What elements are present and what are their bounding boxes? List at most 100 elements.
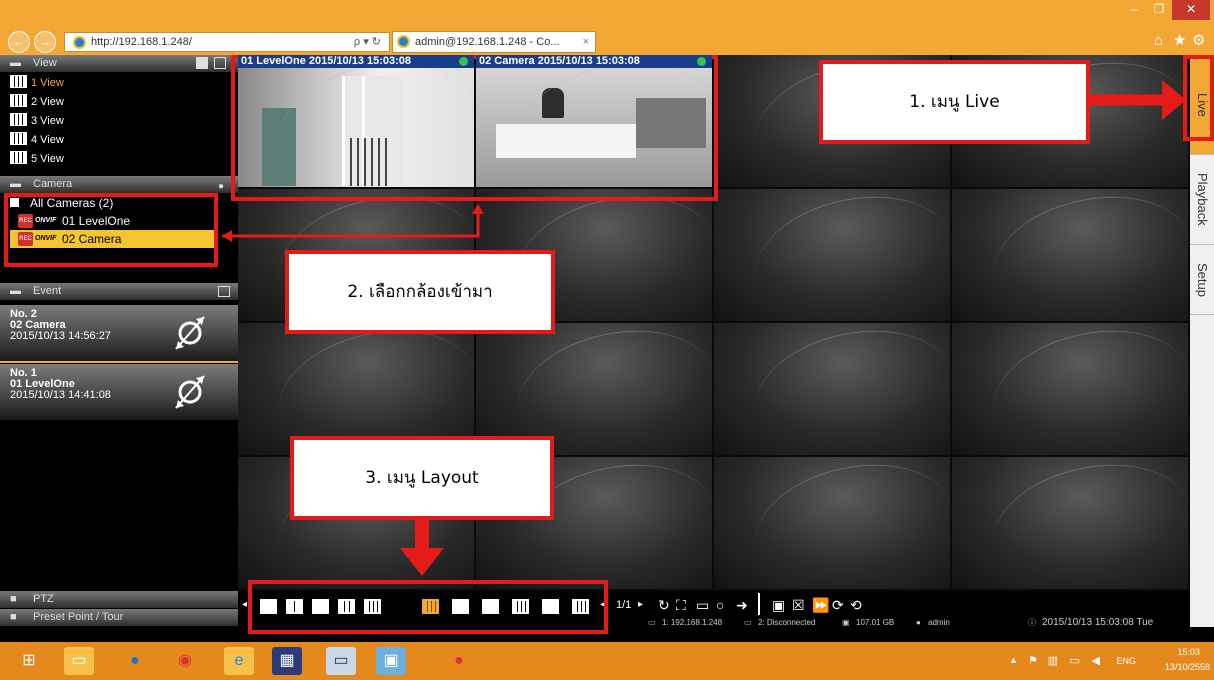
tab-close-icon[interactable]: ×	[583, 32, 589, 52]
view-item-3[interactable]: 3 View	[10, 112, 64, 131]
page-indicator: 1/1	[616, 599, 632, 611]
view-section-header[interactable]: ▬ View	[0, 55, 238, 72]
event-item[interactable]: No. 1 01 LevelOne 2015/10/13 14:41:08	[0, 364, 238, 420]
refresh-icon[interactable]: ↻	[658, 596, 670, 614]
event-section-header[interactable]: ▬ Event	[0, 283, 238, 300]
annotation-box-camera-list	[4, 193, 218, 267]
speaker-icon[interactable]: ◀	[1092, 654, 1100, 667]
home-icon[interactable]: ⌂	[1154, 31, 1163, 51]
annotation-live: 1. เมนู Live	[819, 60, 1090, 144]
remote-app-icon[interactable]: ▣	[376, 647, 406, 675]
view-header-label: View	[33, 57, 57, 69]
sync-icon[interactable]: ⟲	[850, 596, 862, 614]
event-camera-icon[interactable]	[218, 286, 230, 297]
search-refresh-icon[interactable]: ρ ▾ ↻	[354, 33, 381, 51]
cam2-title: 02 Camera 2015/10/13 15:03:08	[476, 55, 712, 68]
ie-icon	[73, 36, 86, 49]
monitor-icon[interactable]: ▭	[696, 596, 709, 614]
sidebar: ▬ View 1 View 2 View 3 View 4 View 5 Vie…	[0, 55, 238, 627]
nvr-app-icon[interactable]: ▦	[272, 647, 302, 675]
browser-address-bar: ← → http://192.168.1.248/ ρ ▾ ↻ admin@19…	[0, 28, 1214, 55]
ip-status: 1: 192.168.1.248	[662, 618, 723, 627]
video-cell[interactable]	[952, 323, 1188, 455]
rotate-icon[interactable]: ⟳	[832, 596, 844, 614]
annotation-camera: 2. เลือกกล้องเข้ามา	[285, 250, 555, 334]
video-cell[interactable]	[714, 189, 950, 321]
exit-icon[interactable]: ➜	[736, 596, 748, 614]
video-cell[interactable]	[952, 189, 1188, 321]
chat-bubble-icon[interactable]: ●	[218, 178, 224, 195]
webcam-app-icon[interactable]: ●	[120, 647, 150, 675]
view-item-1[interactable]: 1 View	[10, 74, 64, 93]
browser-tab[interactable]: admin@192.168.1.248 - Co... ×	[392, 31, 596, 53]
motion-event-icon	[175, 316, 205, 350]
file-explorer-icon[interactable]: ▭	[64, 647, 94, 675]
annotation-box-layout	[248, 580, 608, 634]
settings-gear-icon[interactable]: ⚙	[1192, 31, 1205, 51]
chrome-icon[interactable]: ◉	[170, 647, 200, 675]
tray-arrow-icon[interactable]: ▲	[1009, 655, 1018, 665]
status-dot-icon	[697, 57, 706, 66]
disconnected-status: 2: Disconnected	[758, 618, 816, 627]
view-item-4[interactable]: 4 View	[10, 131, 64, 150]
video-cell[interactable]	[952, 457, 1188, 589]
user-icon: ●	[916, 618, 921, 627]
browser-titlebar: – ❐ ✕	[0, 0, 1214, 28]
tab-setup[interactable]: Setup	[1190, 245, 1214, 315]
minimize-button[interactable]: –	[1122, 0, 1146, 20]
camera-header-label: Camera	[33, 178, 73, 190]
view-add-icon[interactable]	[214, 57, 226, 69]
tab-playback[interactable]: Playback	[1190, 155, 1214, 245]
toolbar-divider	[758, 593, 760, 615]
monitor-tray-icon[interactable]: ▭	[1070, 654, 1080, 667]
page-next-icon[interactable]: ▸	[638, 596, 643, 614]
disconnected-icon: ▭	[744, 618, 752, 627]
language-indicator[interactable]: ENG	[1116, 656, 1136, 666]
internet-explorer-icon[interactable]: e	[224, 647, 254, 675]
layout-grid-icon	[10, 132, 27, 145]
layout-prev-icon[interactable]: ◂	[242, 596, 247, 614]
view-item-2[interactable]: 2 View	[10, 93, 64, 112]
layout-grid-icon	[10, 151, 27, 164]
close-view-icon[interactable]: ☒	[792, 596, 805, 614]
datetime-status: 2015/10/13 15:03:08 Tue	[1042, 617, 1154, 628]
tab-ie-icon	[397, 35, 410, 48]
annotation-layout: 3. เมนู Layout	[290, 436, 554, 520]
search-icon[interactable]: ○	[716, 596, 724, 614]
video-cell[interactable]	[714, 323, 950, 455]
clock-date[interactable]: 13/10/2558	[1165, 662, 1210, 672]
view-item-5[interactable]: 5 View	[10, 150, 64, 169]
forward-icon[interactable]: ⏩	[812, 596, 829, 614]
preset-section-header[interactable]: ■ Preset Point / Tour	[0, 609, 238, 626]
back-button[interactable]: ←	[8, 31, 30, 53]
photo-app-icon[interactable]: ▭	[326, 647, 356, 675]
favorites-star-icon[interactable]: ★	[1173, 31, 1186, 51]
video-cell[interactable]	[714, 457, 950, 589]
cam1-title: 01 LevelOne 2015/10/13 15:03:08	[238, 55, 474, 68]
record-app-icon[interactable]: ●	[444, 647, 474, 675]
flag-icon[interactable]: ⚑	[1028, 654, 1038, 667]
view-edit-icon[interactable]	[196, 57, 208, 69]
fullscreen-icon[interactable]: ⛶	[676, 596, 686, 614]
disk-space: 107.01 GB	[856, 618, 895, 627]
tab-title: admin@192.168.1.248 - Co...	[415, 36, 560, 48]
windows-taskbar: ⊞ ▭ ● ◉ e ▦ ▭ ▣ ● ▲ ⚑ ▥ ▭ ◀ ENG 15:03 13…	[0, 642, 1214, 680]
url-input[interactable]: http://192.168.1.248/ ρ ▾ ↻	[64, 32, 390, 52]
forward-button[interactable]: →	[34, 31, 56, 53]
layout-grid-icon	[10, 113, 27, 126]
snapshot-icon[interactable]: ▣	[772, 596, 785, 614]
annotation-box-live-tab	[1183, 55, 1214, 141]
user-name: admin	[928, 618, 950, 627]
windows-start-icon[interactable]: ⊞	[12, 647, 46, 675]
disk-icon: ▣	[842, 618, 850, 627]
pc-icon: ▭	[648, 618, 656, 627]
network-icon[interactable]: ▥	[1048, 654, 1058, 667]
event-header-label: Event	[33, 285, 62, 297]
event-item[interactable]: No. 2 02 Camera 2015/10/13 14:56:27	[0, 305, 238, 361]
camera-section-header[interactable]: ▬ Camera ●	[0, 176, 238, 193]
clock-time[interactable]: 15:03	[1177, 647, 1200, 657]
close-button[interactable]: ✕	[1172, 0, 1210, 20]
ptz-section-header[interactable]: ■ PTZ	[0, 591, 238, 608]
event-divider	[0, 361, 238, 363]
restore-button[interactable]: ❐	[1148, 0, 1170, 20]
